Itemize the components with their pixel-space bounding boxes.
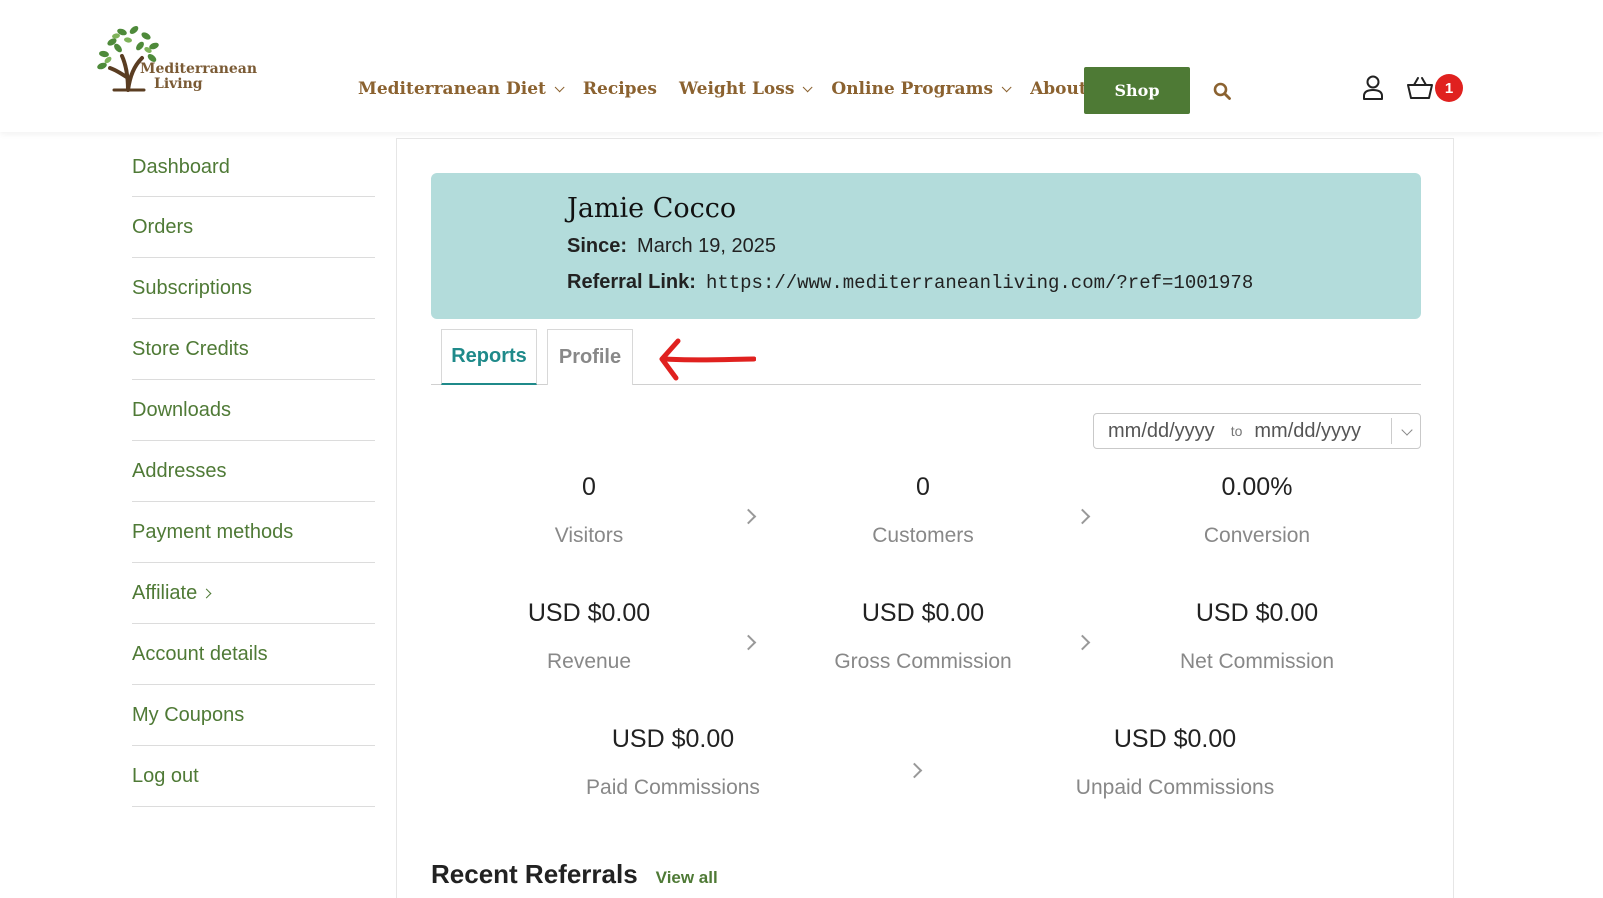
- chevron-right-icon: [1074, 508, 1091, 525]
- nav-mediterranean-diet[interactable]: Mediterranean Diet: [358, 79, 565, 99]
- sidebar-item-payment-methods[interactable]: Payment methods: [132, 502, 375, 563]
- sidebar-item-dashboard[interactable]: Dashboard: [132, 138, 375, 197]
- stat-gross-commission: USD $0.00 Gross Commission: [834, 599, 1012, 673]
- sidebar-item-my-coupons[interactable]: My Coupons: [132, 685, 375, 746]
- recent-referrals-header: Recent Referrals View all: [431, 859, 718, 890]
- account-sidebar: Dashboard Orders Subscriptions Store Cre…: [132, 138, 375, 807]
- sidebar-item-log-out[interactable]: Log out: [132, 746, 375, 807]
- chevron-right-icon: [1074, 634, 1091, 651]
- affiliate-tabs: Reports Profile: [431, 329, 1421, 385]
- sidebar-item-addresses[interactable]: Addresses: [132, 441, 375, 502]
- chevron-down-icon: [1001, 81, 1012, 92]
- stat-customers: 0 Customers: [872, 473, 974, 547]
- chevron-right-icon: [740, 634, 757, 651]
- main-nav: Mediterranean Diet Recipes Weight Loss O…: [358, 74, 1124, 104]
- sidebar-item-orders[interactable]: Orders: [132, 197, 375, 258]
- stat-visitors: 0 Visitors: [554, 473, 624, 547]
- affiliate-name: Jamie Cocco: [567, 193, 737, 224]
- chevron-right-icon: [906, 762, 923, 779]
- affiliate-profile-card: Jamie Cocco Since: March 19, 2025 Referra…: [431, 173, 1421, 319]
- cart-icon[interactable]: [1406, 75, 1434, 100]
- chevron-down-icon[interactable]: [1401, 424, 1413, 436]
- date-to-field[interactable]: mm/dd/yyyy: [1254, 420, 1361, 443]
- nav-weight-loss[interactable]: Weight Loss: [679, 79, 813, 99]
- referral-link-value[interactable]: https://www.mediterraneanliving.com/?ref…: [706, 272, 1253, 294]
- chevron-down-icon: [803, 81, 813, 92]
- view-all-link[interactable]: View all: [656, 868, 718, 888]
- date-from-field[interactable]: mm/dd/yyyy: [1108, 420, 1215, 443]
- tab-profile[interactable]: Profile: [547, 329, 633, 385]
- date-range-to-label: to: [1230, 423, 1243, 439]
- divider: [1391, 418, 1392, 444]
- site-header: Mediterranean Living Mediterranean Diet …: [0, 0, 1603, 132]
- recent-referrals-title: Recent Referrals: [431, 859, 638, 889]
- stat-paid-commissions: USD $0.00 Paid Commissions: [586, 725, 760, 799]
- stat-net-commission: USD $0.00 Net Commission: [1179, 599, 1335, 673]
- shop-button[interactable]: Shop: [1084, 67, 1190, 114]
- nav-recipes[interactable]: Recipes: [583, 79, 657, 99]
- chevron-right-icon: [740, 508, 757, 525]
- user-icon[interactable]: [1362, 75, 1384, 100]
- cart-count-badge: 1: [1435, 74, 1463, 102]
- brand-name: Mediterranean Living: [140, 61, 258, 92]
- referral-link: Referral Link: https://www.mediterraneanl…: [567, 271, 1254, 294]
- chevron-down-icon: [554, 81, 565, 92]
- red-arrow-annotation-icon: [659, 338, 756, 381]
- stat-unpaid-commissions: USD $0.00 Unpaid Commissions: [1075, 725, 1275, 799]
- date-range-picker[interactable]: mm/dd/yyyy to mm/dd/yyyy: [1093, 413, 1421, 449]
- brand-logo[interactable]: Mediterranean Living: [92, 20, 262, 100]
- chevron-right-icon: [201, 588, 212, 598]
- nav-online-programs[interactable]: Online Programs: [831, 79, 1012, 99]
- sidebar-item-subscriptions[interactable]: Subscriptions: [132, 258, 375, 319]
- tab-reports[interactable]: Reports: [441, 329, 537, 385]
- affiliate-panel: Jamie Cocco Since: March 19, 2025 Referra…: [396, 138, 1454, 898]
- member-since: Since: March 19, 2025: [567, 235, 777, 257]
- sidebar-item-downloads[interactable]: Downloads: [132, 380, 375, 441]
- search-icon[interactable]: [1213, 82, 1231, 100]
- sidebar-item-store-credits[interactable]: Store Credits: [132, 319, 375, 380]
- stat-conversion: 0.00% Conversion: [1203, 473, 1311, 547]
- sidebar-item-affiliate[interactable]: Affiliate: [132, 563, 375, 624]
- stat-revenue: USD $0.00 Revenue: [527, 599, 651, 673]
- sidebar-item-account-details[interactable]: Account details: [132, 624, 375, 685]
